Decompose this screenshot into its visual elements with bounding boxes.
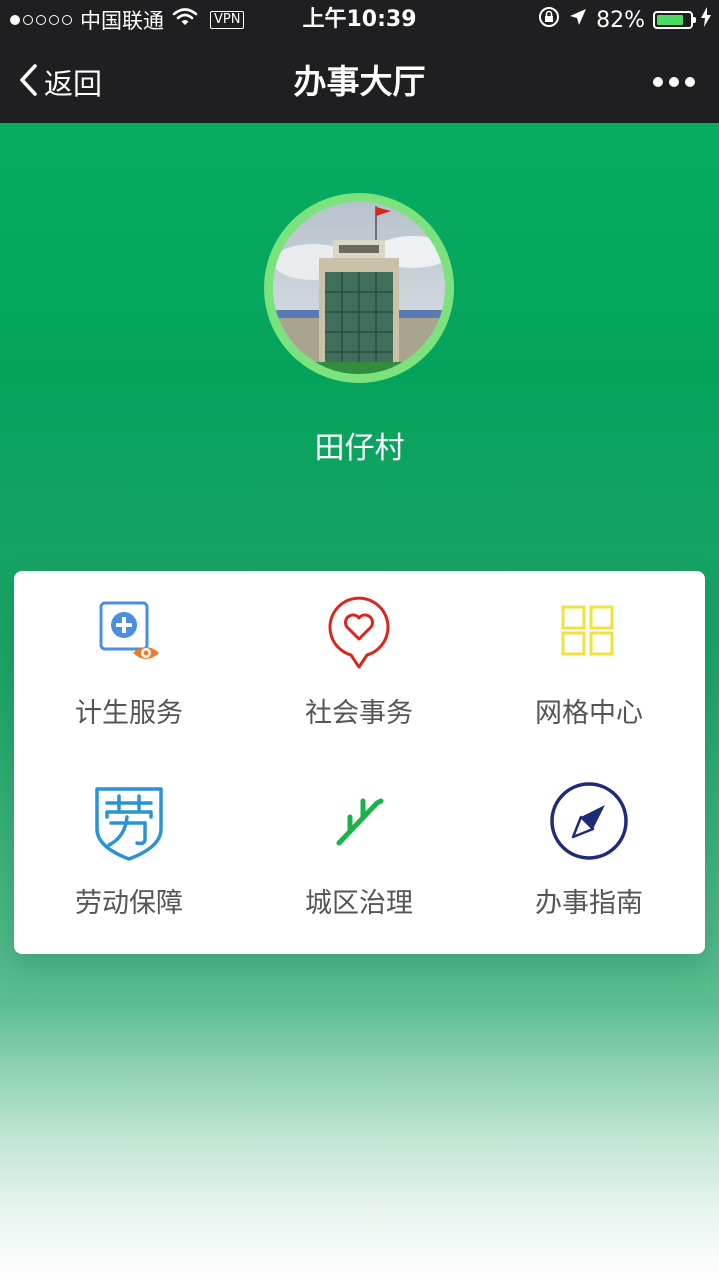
labor-shield-icon — [89, 781, 169, 861]
compass-icon — [549, 781, 629, 861]
back-button[interactable]: 返回 — [18, 40, 102, 123]
service-labor-security[interactable]: 劳动保障 — [14, 771, 244, 961]
village-photo — [273, 202, 445, 374]
back-label: 返回 — [44, 66, 103, 101]
more-dot-icon — [653, 76, 663, 87]
status-bar: 中国联通 VPN 上午10:39 82% — [0, 0, 719, 40]
service-urban-governance[interactable]: 城区治理 — [244, 771, 474, 961]
service-label: 劳动保障 — [75, 888, 183, 919]
status-right: 82% — [538, 0, 711, 40]
service-grid-card: 计生服务 社会事务 网格中心 劳动保障 城区治理 办事指南 — [14, 571, 705, 954]
status-left: 中国联通 VPN — [10, 0, 245, 40]
branch-icon — [319, 781, 399, 861]
wifi-icon — [172, 7, 198, 33]
carrier-name: 中国联通 — [80, 9, 164, 33]
medical-eye-icon — [89, 591, 169, 671]
navigation-bar: 返回 办事大厅 — [0, 40, 719, 123]
service-grid-center[interactable]: 网格中心 — [474, 581, 704, 771]
service-label: 办事指南 — [535, 888, 643, 919]
heart-bubble-icon — [319, 591, 399, 671]
service-label: 社会事务 — [305, 698, 413, 729]
avatar[interactable] — [264, 193, 454, 383]
rotation-lock-icon — [538, 6, 560, 34]
more-menu-button[interactable] — [653, 40, 695, 123]
service-label: 计生服务 — [75, 698, 183, 729]
village-name: 田仔村 — [314, 431, 405, 466]
battery-icon — [653, 11, 696, 29]
more-dot-icon — [685, 76, 695, 87]
service-social-affairs[interactable]: 社会事务 — [244, 581, 474, 771]
page-title: 办事大厅 — [293, 62, 426, 101]
service-guide[interactable]: 办事指南 — [474, 771, 704, 961]
service-label: 网格中心 — [535, 698, 643, 729]
service-family-planning[interactable]: 计生服务 — [14, 581, 244, 771]
more-dot-icon — [669, 76, 679, 87]
signal-strength-icon — [10, 15, 72, 25]
grid-icon — [549, 591, 629, 671]
location-arrow-icon — [568, 7, 588, 33]
battery-percent: 82% — [596, 7, 645, 33]
charging-bolt-icon — [701, 7, 711, 33]
service-label: 城区治理 — [305, 888, 413, 919]
chevron-left-icon — [18, 63, 38, 101]
vpn-badge: VPN — [210, 11, 245, 29]
